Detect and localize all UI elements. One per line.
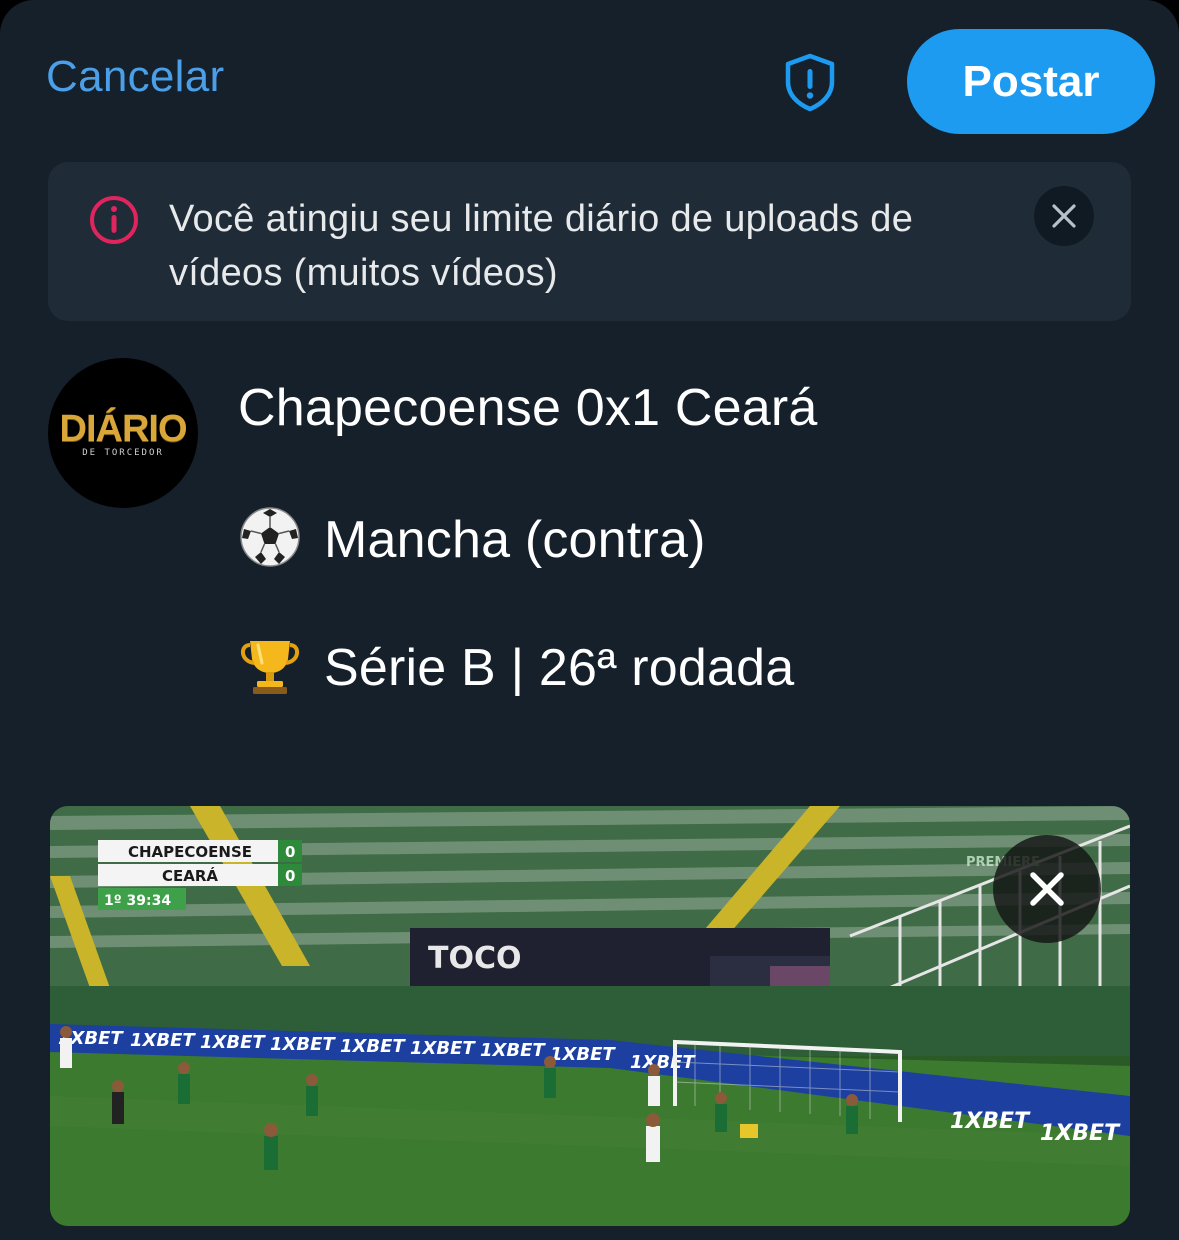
banner-close-button[interactable] <box>1034 186 1094 246</box>
remove-media-button[interactable] <box>993 835 1101 943</box>
soccer-ball-icon <box>238 505 306 582</box>
ad-board-text: 1XBET <box>130 1030 196 1051</box>
post-text-goal: Mancha (contra) <box>324 511 706 570</box>
shield-alert-icon[interactable] <box>778 50 842 114</box>
banner-message: Você atingiu seu limite diário de upload… <box>169 198 914 294</box>
post-text-competition: Série B | 26ª rodada <box>324 639 795 698</box>
home-team-score: 0 <box>285 843 295 861</box>
video-thumbnail[interactable]: TOCO 1XBET 1XBET 1XBET 1XBET 1XBET 1XBET… <box>50 806 1130 1226</box>
away-team-name: CEARÁ <box>162 866 218 885</box>
match-clock: 1º 39:34 <box>104 893 171 909</box>
compose-sheet: Cancelar Postar Você atingiu seu limite … <box>0 0 1179 1240</box>
ad-board-text: 1XBET <box>480 1040 546 1061</box>
post-button[interactable]: Postar <box>907 29 1155 134</box>
ad-board-text: 1XBET <box>270 1034 336 1055</box>
avatar[interactable]: DIÁRIO DE TORCEDOR <box>48 358 198 508</box>
info-warning-icon <box>88 194 140 246</box>
ad-board-text: 1XBET <box>200 1032 266 1053</box>
ad-board-text: 1XBET <box>340 1036 406 1057</box>
avatar-logo-text: DIÁRIO <box>59 408 188 450</box>
avatar-logo-subtitle: DE TORCEDOR <box>82 448 164 458</box>
trophy-icon <box>238 633 306 710</box>
ad-board-text: 1XBET <box>550 1044 616 1065</box>
away-team-score: 0 <box>285 867 295 885</box>
upload-limit-banner: Você atingiu seu limite diário de upload… <box>48 162 1131 321</box>
post-text-line[interactable]: Mancha (contra) <box>238 505 706 582</box>
close-icon <box>1030 872 1064 906</box>
post-text-line[interactable]: Chapecoense 0x1 Ceará <box>238 378 817 438</box>
post-text-line[interactable]: Série B | 26ª rodada <box>238 633 794 710</box>
home-team-name: CHAPECOENSE <box>128 843 252 861</box>
ad-board-text: 1XBET <box>950 1109 1031 1134</box>
close-icon <box>1052 204 1076 228</box>
fan-banner-text: TOCO <box>428 941 522 976</box>
cancel-button[interactable]: Cancelar <box>46 52 225 102</box>
ad-board-text: 1XBET <box>1040 1121 1121 1146</box>
ad-board-text: 1XBET <box>410 1038 476 1059</box>
